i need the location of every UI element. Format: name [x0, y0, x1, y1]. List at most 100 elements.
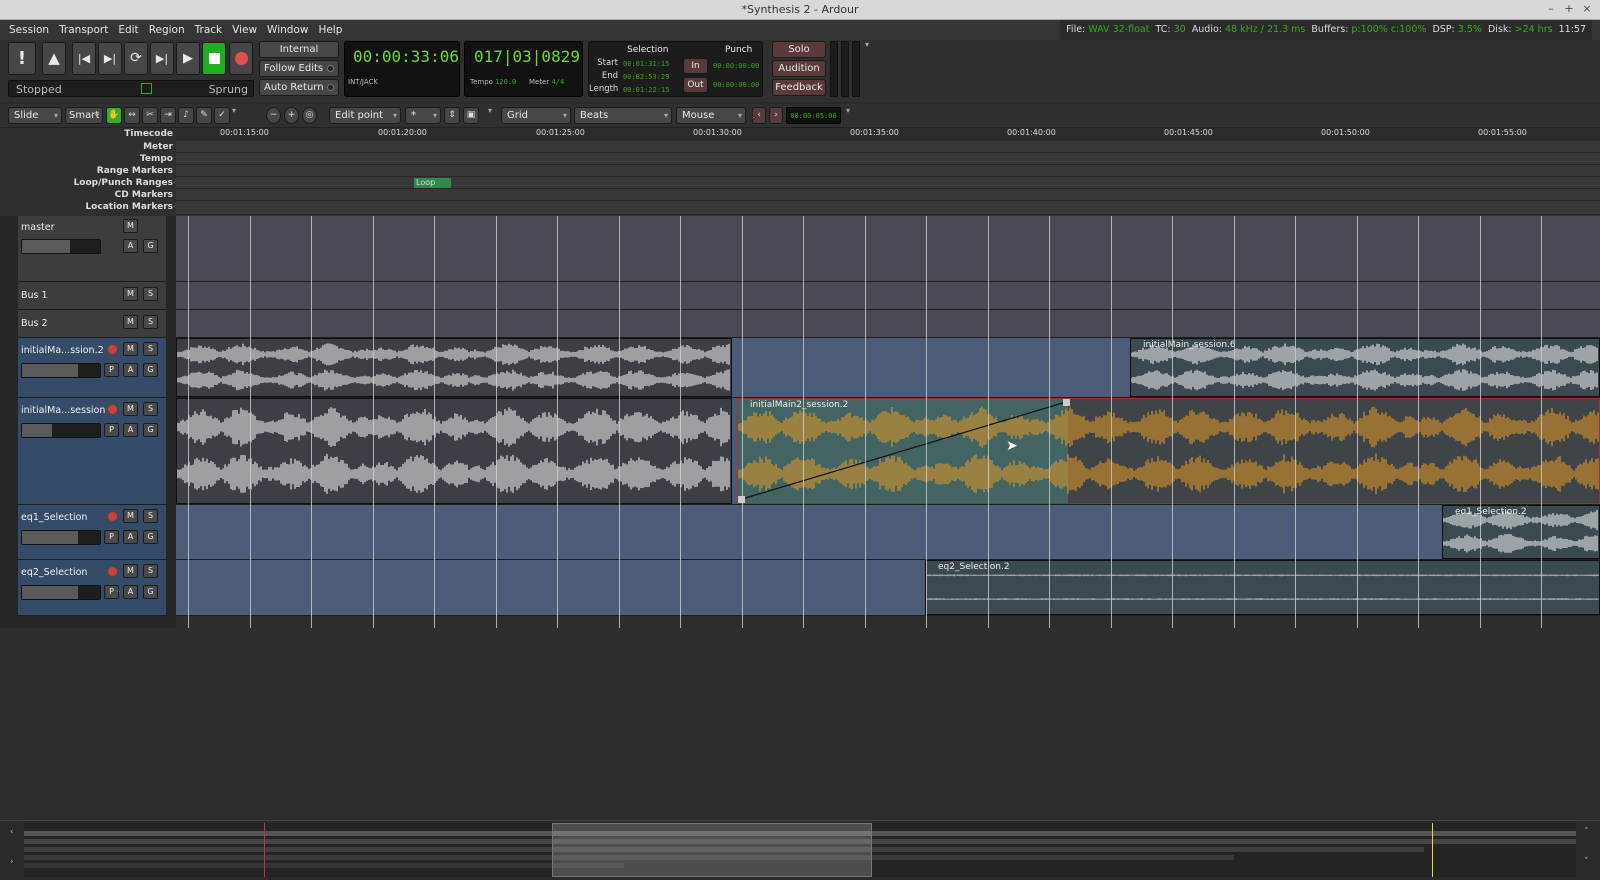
record-button[interactable] [229, 42, 253, 75]
track-header-master[interactable]: master M A G [18, 216, 166, 282]
lane-bus-2[interactable] [176, 310, 1600, 338]
zoom-focus-dropdown[interactable]: Mouse [676, 107, 746, 124]
grab-tool-icon[interactable]: ✋ [106, 107, 122, 124]
solo-button[interactable]: Solo [772, 41, 826, 58]
track-name[interactable]: initialMa...session [21, 405, 105, 416]
stretch-tool-icon[interactable]: ⇥ [160, 107, 176, 124]
nudge-clock[interactable]: 00:00:05:00 [786, 107, 841, 124]
solo-button[interactable]: S [143, 315, 158, 329]
audio-region[interactable] [176, 398, 732, 504]
close-icon[interactable]: × [1580, 2, 1594, 16]
summary-scroll-right[interactable]: ˄ ˅ [1580, 821, 1596, 880]
record-enable-icon[interactable] [106, 510, 119, 523]
goto-end-icon[interactable]: ▶| [98, 42, 122, 75]
group-button[interactable]: G [143, 585, 158, 599]
automation-button[interactable]: A [123, 363, 138, 377]
meter-ruler[interactable] [176, 141, 1600, 153]
menu-track[interactable]: Track [190, 20, 227, 40]
track-name[interactable]: Bus 2 [21, 318, 48, 329]
mute-button[interactable]: M [123, 287, 138, 301]
nudge-dropdown[interactable]: * [405, 107, 441, 124]
zoom-overflow-icon[interactable]: ▾ [488, 106, 492, 115]
nudge-forward-icon[interactable]: › [769, 107, 783, 124]
gain-fader[interactable] [21, 363, 101, 378]
internal-edit-tool-icon[interactable]: ✓ [214, 107, 230, 124]
lane-initialmain-session[interactable]: initialMain2_session.2 [176, 398, 1600, 505]
gain-fader[interactable] [21, 423, 101, 438]
playlist-button[interactable]: P [104, 363, 119, 377]
group-button[interactable]: G [143, 423, 158, 437]
track-header-initialmain-session-2[interactable]: initialMa...ssion.2 M S P A G [18, 338, 166, 398]
cut-tool-icon[interactable]: ✂ [142, 107, 158, 124]
audition-tool-icon[interactable]: ♪ [178, 107, 194, 124]
mute-button[interactable]: M [123, 509, 138, 523]
record-enable-icon[interactable] [106, 343, 119, 356]
loop-icon[interactable]: ⟳ [124, 42, 148, 75]
automation-button[interactable]: A [123, 585, 138, 599]
empty-track-area[interactable] [176, 616, 1600, 628]
mute-button[interactable]: M [123, 315, 138, 329]
punch-out-button[interactable]: Out [683, 77, 708, 93]
canvas-below-tracks[interactable] [0, 628, 1600, 820]
shrink-tracks-icon[interactable]: ⇕ [444, 107, 460, 124]
menu-window[interactable]: Window [262, 20, 313, 40]
lane-bus-1[interactable] [176, 282, 1600, 310]
solo-button[interactable]: S [143, 564, 158, 578]
menu-edit[interactable]: Edit [113, 20, 143, 40]
gain-fader[interactable] [21, 530, 101, 545]
fade-in-curve[interactable] [738, 399, 1068, 504]
gain-fader[interactable] [21, 239, 101, 254]
ruler-label-timecode[interactable]: Timecode [0, 129, 173, 139]
follow-edits-button[interactable]: Follow Edits [259, 60, 339, 77]
zoom-session-icon[interactable]: ◎ [302, 107, 317, 124]
mute-button[interactable]: M [123, 402, 138, 416]
selection-start[interactable]: 00:01:31:15 [623, 60, 669, 68]
audio-region[interactable] [176, 338, 732, 397]
summary-view-box[interactable] [552, 823, 872, 877]
minimize-icon[interactable]: – [1544, 2, 1558, 16]
editor-summary[interactable]: ‹ › ˄ ˅ [0, 820, 1600, 880]
ruler-label-meter[interactable]: Meter [0, 142, 173, 152]
track-name[interactable]: eq2_Selection [21, 567, 87, 578]
selection-length[interactable]: 00:01:22:15 [623, 86, 669, 94]
mute-button[interactable]: M [123, 564, 138, 578]
ruler-label-cd[interactable]: CD Markers [0, 190, 173, 200]
menu-help[interactable]: Help [313, 20, 347, 40]
group-button[interactable]: G [143, 530, 158, 544]
menu-view[interactable]: View [227, 20, 262, 40]
track-name[interactable]: master [21, 222, 55, 233]
track-name[interactable]: eq1_Selection [21, 512, 87, 523]
grid-unit-dropdown[interactable]: Beats [574, 107, 672, 124]
selected-audio-region[interactable]: initialMain2_session.2 [737, 398, 1600, 504]
mute-button[interactable]: M [123, 342, 138, 356]
nudge-backward-icon[interactable]: ‹ [752, 107, 766, 124]
summary-scroll-left[interactable]: ‹ › [6, 821, 22, 880]
sprung-indicator[interactable] [141, 83, 152, 94]
menu-session[interactable]: Session [4, 20, 54, 40]
ruler-label-location[interactable]: Location Markers [0, 202, 173, 212]
menu-region[interactable]: Region [144, 20, 190, 40]
punch-in-button[interactable]: In [683, 58, 708, 74]
track-header-bus-2[interactable]: Bus 2 M S [18, 310, 166, 338]
loop-punch-ruler[interactable]: Loop [176, 177, 1600, 189]
audio-region[interactable]: eq1_Selection.2 [1442, 505, 1600, 559]
automation-button[interactable]: A [123, 423, 138, 437]
track-header-eq2-selection[interactable]: eq2_Selection M S P A G [18, 560, 166, 616]
menu-transport[interactable]: Transport [54, 20, 113, 40]
smart-mode-button[interactable]: Smart [65, 107, 103, 124]
playlist-button[interactable]: P [104, 585, 119, 599]
solo-button[interactable]: S [143, 342, 158, 356]
track-name[interactable]: initialMa...ssion.2 [21, 345, 104, 356]
track-header-bus-1[interactable]: Bus 1 M S [18, 282, 166, 310]
secondary-clock[interactable]: 017|03|0829 Tempo 120.0 Meter 4/4 [464, 41, 583, 97]
metronome-icon[interactable]: ▲ [42, 42, 66, 75]
primary-clock[interactable]: 00:00:33:06 INT/JACK [344, 41, 460, 97]
solo-button[interactable]: S [143, 402, 158, 416]
lane-master[interactable] [176, 216, 1600, 282]
location-ruler[interactable] [176, 201, 1600, 215]
automation-button[interactable]: A [123, 239, 138, 253]
mute-button[interactable]: M [123, 219, 138, 233]
gain-fader[interactable] [21, 585, 101, 600]
lane-initialmain-session-2[interactable]: initialMain_session.6 [176, 338, 1600, 398]
ruler-label-loop-punch[interactable]: Loop/Punch Ranges [0, 178, 173, 188]
